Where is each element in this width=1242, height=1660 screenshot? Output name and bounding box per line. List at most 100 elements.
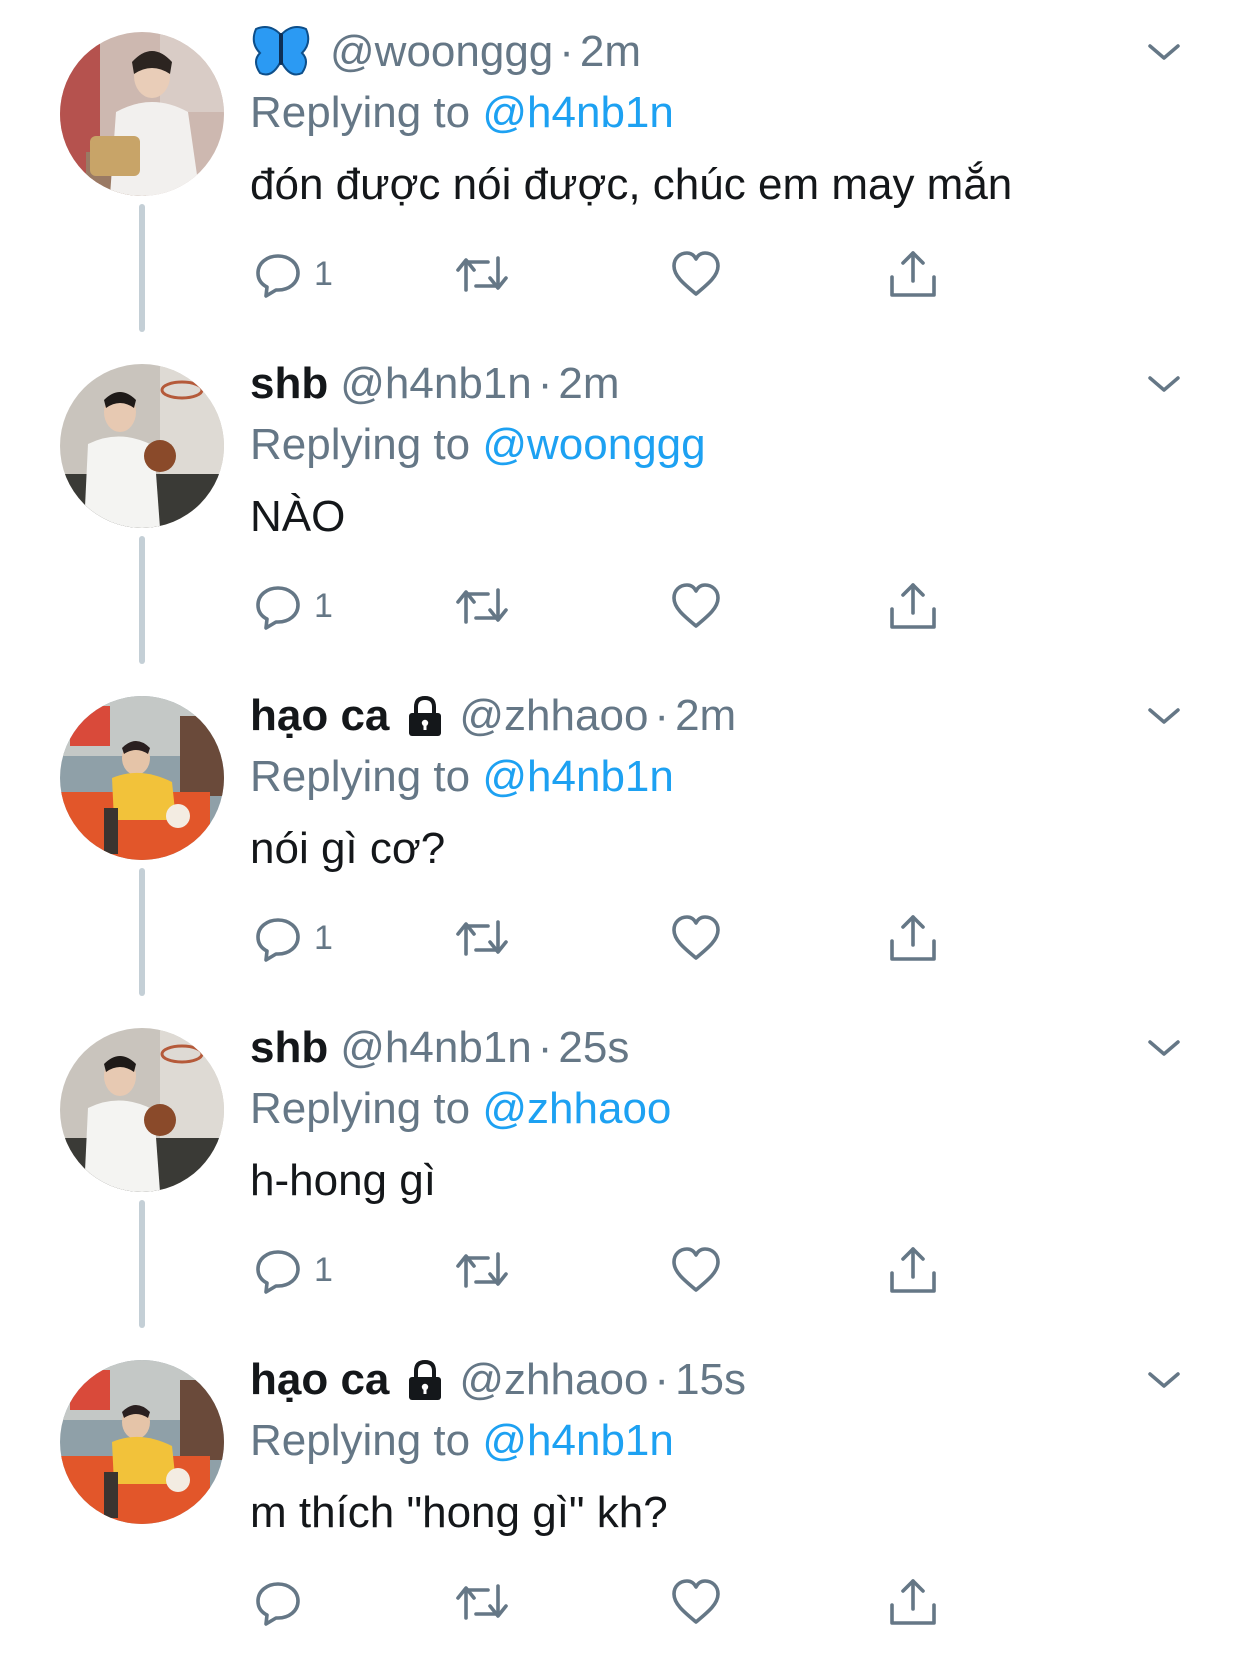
user-handle[interactable]: @zhhaoo (459, 686, 648, 746)
reply-count: 1 (314, 254, 333, 293)
separator: · (654, 691, 670, 740)
mention-link[interactable]: @woonggg (482, 420, 705, 469)
reply-button[interactable] (254, 1574, 314, 1630)
timestamp[interactable]: 2m (675, 686, 736, 746)
tweet-text: nói gì cơ? (250, 824, 446, 873)
mention-link[interactable]: @h4nb1n (482, 1416, 674, 1465)
replying-to: Replying to @zhhaoo (250, 1078, 1150, 1140)
replying-to: Replying to @h4nb1n (250, 82, 1150, 144)
timestamp[interactable]: 25s (558, 1018, 629, 1078)
caret-down-icon[interactable] (1146, 372, 1182, 396)
share-icon (890, 251, 936, 297)
tweet[interactable]: hạo ca @zhhaoo · 2m Replying to @h4nb1n … (0, 664, 1242, 996)
mention-link[interactable]: @zhhaoo (482, 1084, 671, 1133)
tweet-actions: 1 (254, 910, 1014, 966)
timestamp[interactable]: 15s (675, 1350, 746, 1410)
like-button[interactable] (670, 910, 722, 966)
like-button[interactable] (670, 246, 722, 302)
tweet-text: h-hong gì (250, 1156, 436, 1205)
display-name[interactable]: shb (250, 354, 328, 414)
avatar[interactable] (60, 696, 224, 860)
separator: · (559, 27, 574, 76)
replying-prefix: Replying to (250, 420, 483, 469)
avatar-column (60, 1360, 226, 1524)
user-handle[interactable]: @h4nb1n (340, 354, 532, 414)
display-name[interactable]: hạo ca (250, 1350, 389, 1410)
tweet[interactable]: @woonggg · 2m Replying to @h4nb1n đón đư… (0, 0, 1242, 332)
share-button[interactable] (888, 910, 938, 966)
caret-down-icon[interactable] (1146, 1368, 1182, 1392)
like-button[interactable] (670, 1242, 722, 1298)
tweet-header: @woonggg · 2m (250, 22, 1150, 82)
display-name[interactable]: hạo ca (250, 686, 389, 746)
tweet-actions (254, 1574, 1014, 1630)
retweet-button[interactable] (454, 578, 510, 634)
reply-button[interactable]: 1 (254, 1242, 333, 1298)
user-handle[interactable]: @woonggg (330, 22, 553, 82)
display-name[interactable]: shb (250, 1018, 328, 1078)
timestamp[interactable]: 2m (580, 22, 641, 82)
retweet-icon (456, 1252, 508, 1288)
tweet-header: hạo ca @zhhaoo · 2m (250, 686, 1150, 746)
caret-down-icon[interactable] (1146, 704, 1182, 728)
reply-count: 1 (314, 1250, 333, 1289)
avatar[interactable] (60, 32, 224, 196)
tweet-text: đón được nói được, chúc em may mắn (250, 160, 1013, 209)
avatar[interactable] (60, 1360, 224, 1524)
tweet[interactable]: shb @h4nb1n · 2m Replying to @woonggg NÀ… (0, 332, 1242, 664)
share-button[interactable] (888, 578, 938, 634)
mention-link[interactable]: @h4nb1n (482, 752, 674, 801)
reply-count: 1 (314, 586, 333, 625)
user-handle[interactable]: @zhhaoo (459, 1350, 648, 1410)
retweet-icon (456, 588, 508, 624)
replying-prefix: Replying to (250, 1084, 483, 1133)
like-icon (672, 251, 720, 296)
thread-connector (139, 536, 145, 664)
tweet[interactable]: hạo ca @zhhaoo · 15s Replying to @h4nb1n… (0, 1328, 1242, 1660)
tweet-text: m thích "hong gì" kh? (250, 1488, 668, 1537)
reply-icon (256, 586, 300, 630)
share-button[interactable] (888, 246, 938, 302)
avatar[interactable] (60, 364, 224, 528)
caret-down-icon[interactable] (1146, 1036, 1182, 1060)
like-icon (672, 915, 720, 960)
reply-icon (256, 1250, 300, 1294)
like-icon (672, 583, 720, 628)
tweet-content: @woonggg · 2m Replying to @h4nb1n đón đư… (250, 22, 1150, 218)
retweet-icon (456, 1584, 508, 1620)
user-handle[interactable]: @h4nb1n (340, 1018, 532, 1078)
retweet-button[interactable] (454, 1574, 510, 1630)
reply-icon (256, 1582, 300, 1626)
like-icon (672, 1247, 720, 1292)
reply-button[interactable]: 1 (254, 910, 333, 966)
caret-down-icon[interactable] (1146, 40, 1182, 64)
tweet-content: shb @h4nb1n · 25s Replying to @zhhaoo h-… (250, 1018, 1150, 1214)
thread-connector (139, 1200, 145, 1328)
share-button[interactable] (888, 1574, 938, 1630)
retweet-button[interactable] (454, 1242, 510, 1298)
retweet-button[interactable] (454, 910, 510, 966)
lock-icon (409, 1359, 442, 1400)
mention-link[interactable]: @h4nb1n (482, 88, 674, 137)
tweet[interactable]: shb @h4nb1n · 25s Replying to @zhhaoo h-… (0, 996, 1242, 1328)
reply-button[interactable]: 1 (254, 246, 333, 302)
share-icon (890, 1579, 936, 1625)
replying-prefix: Replying to (250, 752, 483, 801)
share-button[interactable] (888, 1242, 938, 1298)
share-icon (890, 915, 936, 961)
tweet-header: hạo ca @zhhaoo · 15s (250, 1350, 1150, 1410)
reply-button[interactable]: 1 (254, 578, 333, 634)
like-button[interactable] (670, 1574, 722, 1630)
reply-icon (256, 918, 300, 962)
reply-count: 1 (314, 918, 333, 957)
avatar[interactable] (60, 1028, 224, 1192)
timestamp[interactable]: 2m (558, 354, 619, 414)
retweet-icon (456, 920, 508, 956)
replying-prefix: Replying to (250, 88, 483, 137)
tweet-content: shb @h4nb1n · 2m Replying to @woonggg NÀ… (250, 354, 1150, 550)
like-button[interactable] (670, 578, 722, 634)
retweet-button[interactable] (454, 246, 510, 302)
replying-to: Replying to @woonggg (250, 414, 1150, 476)
tweet-content: hạo ca @zhhaoo · 2m Replying to @h4nb1n … (250, 686, 1150, 882)
tweet-content: hạo ca @zhhaoo · 15s Replying to @h4nb1n… (250, 1350, 1150, 1546)
